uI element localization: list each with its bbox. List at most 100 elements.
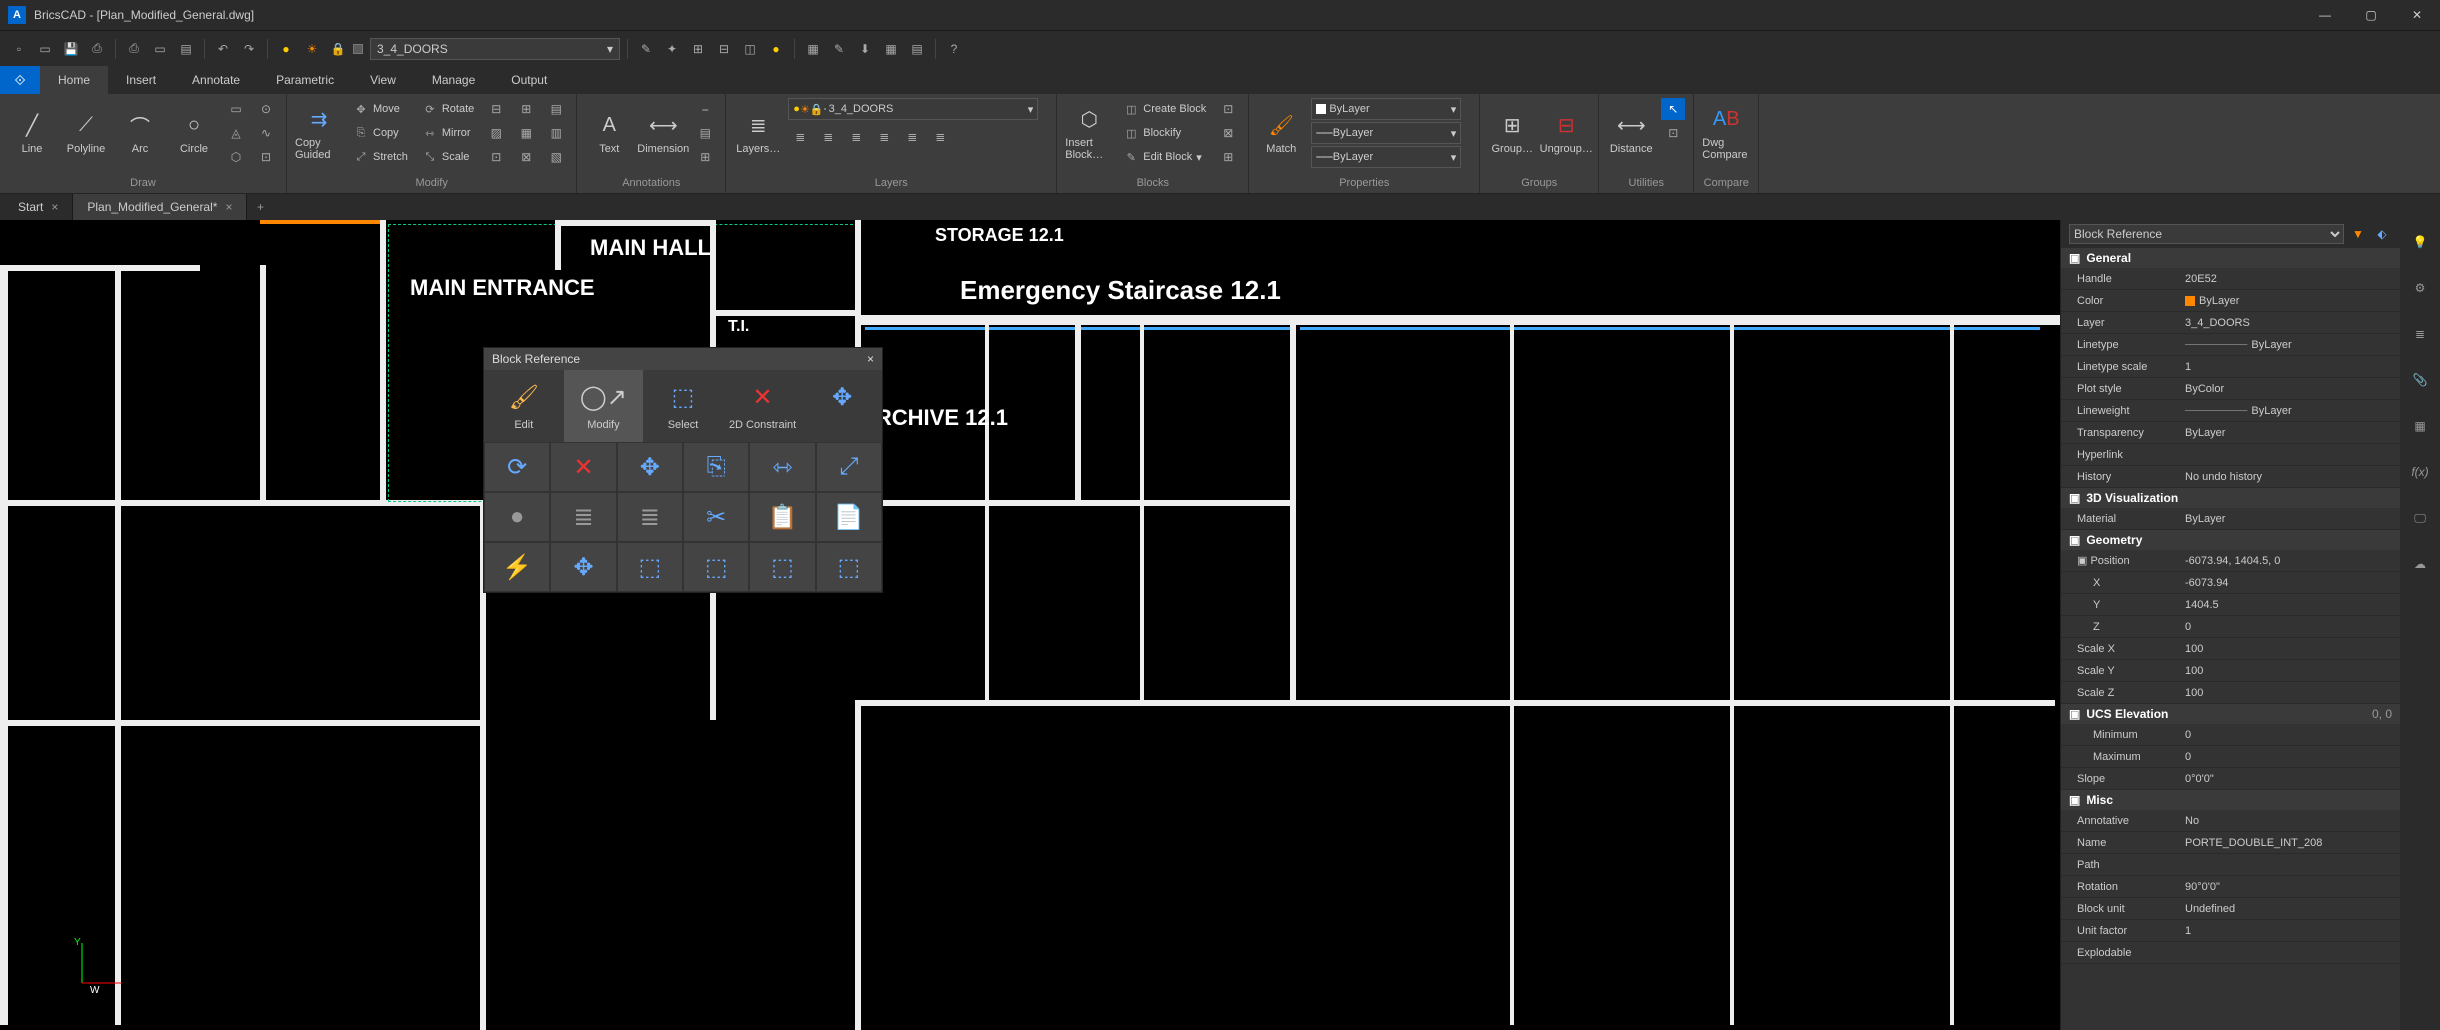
modify-tool-icon[interactable]: ⊟ — [484, 98, 508, 120]
prop-row[interactable]: Plot styleByColor — [2061, 378, 2400, 400]
save-icon[interactable]: 💾 — [60, 38, 82, 60]
modify-tool-icon[interactable]: ▨ — [484, 122, 508, 144]
file-tab-start[interactable]: Start× — [4, 194, 73, 220]
dwg-compare-button[interactable]: ABDwg Compare — [1702, 98, 1750, 168]
prop-section-header[interactable]: ▣ Geometry — [2061, 530, 2400, 550]
prop-row[interactable]: Maximum0 — [2061, 746, 2400, 768]
prop-row[interactable]: Explodable — [2061, 942, 2400, 964]
layer-tool-icon[interactable]: ≣ — [788, 126, 812, 148]
quad-tool-sq4[interactable]: ⬚ — [816, 542, 882, 592]
ribbon-tab-home[interactable]: Home — [40, 66, 108, 94]
tool-icon[interactable]: ⊞ — [687, 38, 709, 60]
prop-row[interactable]: Path — [2061, 854, 2400, 876]
tool-icon[interactable]: ⊟ — [713, 38, 735, 60]
tool-icon[interactable]: ✦ — [661, 38, 683, 60]
prop-row[interactable]: ▣ Position-6073.94, 1404.5, 0 — [2061, 550, 2400, 572]
prop-row[interactable]: AnnotativeNo — [2061, 810, 2400, 832]
prop-section-header[interactable]: ▣ General — [2061, 248, 2400, 268]
minimize-button[interactable]: ― — [2302, 0, 2348, 30]
sun-icon[interactable]: ☀ — [301, 38, 323, 60]
tool-icon[interactable]: ▦ — [880, 38, 902, 60]
copy-guided-button[interactable]: ⇉Copy Guided — [295, 98, 343, 168]
layer-dropdown[interactable]: 3_4_DOORS▾ — [370, 38, 620, 60]
sheet-icon[interactable]: ▦ — [2406, 412, 2434, 440]
prop-row[interactable]: Slope0°0'0" — [2061, 768, 2400, 790]
saveas-icon[interactable]: ⎙ — [86, 38, 108, 60]
prop-row[interactable]: TransparencyByLayer — [2061, 422, 2400, 444]
layer-tool-icon[interactable]: ≣ — [900, 126, 924, 148]
quad-tab-constraint[interactable]: ✕2D Constraint — [723, 370, 803, 442]
edit-block-button[interactable]: ✎Edit Block ▾ — [1119, 146, 1210, 168]
fx-icon[interactable]: f(x) — [2406, 458, 2434, 486]
pickset-icon[interactable]: ⬖ — [2372, 224, 2392, 244]
tool-icon[interactable]: ◫ — [739, 38, 761, 60]
tool-icon[interactable]: ✎ — [828, 38, 850, 60]
quad-tool-cut[interactable]: ✂ — [683, 492, 749, 542]
lock-icon[interactable]: 🔒 — [327, 38, 349, 60]
close-icon[interactable]: × — [51, 200, 58, 214]
close-button[interactable]: ✕ — [2394, 0, 2440, 30]
quad-tab-modify[interactable]: ◯↗Modify — [564, 370, 644, 442]
util-tool-icon[interactable]: ⊡ — [1661, 122, 1685, 144]
quad-tab-select[interactable]: ⬚Select — [643, 370, 723, 442]
annot-tool-icon[interactable]: ⎯ — [693, 98, 717, 120]
help-icon[interactable]: ? — [943, 38, 965, 60]
tool-icon[interactable]: ✎ — [635, 38, 657, 60]
quad-tool-scale[interactable]: ⤢ — [816, 442, 882, 492]
prop-row[interactable]: HistoryNo undo history — [2061, 466, 2400, 488]
ribbon-tab-parametric[interactable]: Parametric — [258, 66, 352, 94]
modify-tool-icon[interactable]: ⊠ — [514, 146, 538, 168]
print-icon[interactable]: ⎙ — [123, 38, 145, 60]
quad-close-icon[interactable]: × — [867, 352, 874, 366]
prop-row[interactable]: MaterialByLayer — [2061, 508, 2400, 530]
quad-tool-clip[interactable]: 📄 — [816, 492, 882, 542]
quad-tool-ball[interactable]: ● — [484, 492, 550, 542]
prop-row[interactable]: Handle20E52 — [2061, 268, 2400, 290]
tool-icon[interactable]: ● — [765, 38, 787, 60]
layers-button[interactable]: ≣Layers… — [734, 98, 782, 168]
bulb-icon[interactable]: ● — [275, 38, 297, 60]
open-icon[interactable]: ▭ — [34, 38, 56, 60]
cloud-icon[interactable]: ☁ — [2406, 550, 2434, 578]
prop-row[interactable]: Lineweight────────ByLayer — [2061, 400, 2400, 422]
screen-icon[interactable]: 🖵 — [2406, 504, 2434, 532]
prop-row[interactable]: Scale X100 — [2061, 638, 2400, 660]
quad-tool-delete[interactable]: ✕ — [550, 442, 616, 492]
tool-icon[interactable]: ▤ — [906, 38, 928, 60]
prop-row[interactable]: Linetype scale1 — [2061, 356, 2400, 378]
rotate-button[interactable]: ⟳Rotate — [418, 98, 478, 120]
text-button[interactable]: AText — [585, 98, 633, 168]
quad-tool-layer[interactable]: ≣ — [550, 492, 616, 542]
prop-row[interactable]: Unit factor1 — [2061, 920, 2400, 942]
draw-tool-icon[interactable]: ⬡ — [224, 146, 248, 168]
drawing-canvas[interactable]: YW MAIN ENTRANCE MAIN HALL STORAGE 12.1 … — [0, 220, 2060, 1030]
prop-row[interactable]: Scale Z100 — [2061, 682, 2400, 704]
create-block-button[interactable]: ◫Create Block — [1119, 98, 1210, 120]
layer-tool-icon[interactable]: ≣ — [872, 126, 896, 148]
line-button[interactable]: ╱Line — [8, 98, 56, 168]
prop-section-header[interactable]: ▣ Misc — [2061, 790, 2400, 810]
quad-tool-rotate[interactable]: ⟳ — [484, 442, 550, 492]
app-menu-button[interactable]: ⟐ — [0, 66, 40, 94]
util-tool-icon[interactable]: ↖ — [1661, 98, 1685, 120]
file-tab-document[interactable]: Plan_Modified_General*× — [73, 194, 247, 220]
close-icon[interactable]: × — [225, 200, 232, 214]
prop-row[interactable]: NamePORTE_DOUBLE_INT_208 — [2061, 832, 2400, 854]
ungroup-button[interactable]: ⊟Ungroup… — [1542, 98, 1590, 168]
quad-tab-move[interactable]: ✥ — [802, 370, 882, 442]
add-tab-button[interactable]: + — [247, 194, 273, 220]
prop-row[interactable]: Block unitUndefined — [2061, 898, 2400, 920]
modify-tool-icon[interactable]: ⊡ — [484, 146, 508, 168]
filter-icon[interactable]: ▼ — [2348, 224, 2368, 244]
blockify-button[interactable]: ◫Blockify — [1119, 122, 1210, 144]
ribbon-tab-annotate[interactable]: Annotate — [174, 66, 258, 94]
move-button[interactable]: ✥Move — [349, 98, 412, 120]
prop-row[interactable]: ColorByLayer — [2061, 290, 2400, 312]
copy-button[interactable]: ⎘Copy — [349, 122, 412, 144]
publish-icon[interactable]: ▤ — [175, 38, 197, 60]
modify-tool-icon[interactable]: ▧ — [544, 146, 568, 168]
dimension-button[interactable]: ⟷Dimension — [639, 98, 687, 168]
quad-tool-paste[interactable]: 📋 — [749, 492, 815, 542]
tool-icon[interactable]: ▦ — [802, 38, 824, 60]
maximize-button[interactable]: ▢ — [2348, 0, 2394, 30]
